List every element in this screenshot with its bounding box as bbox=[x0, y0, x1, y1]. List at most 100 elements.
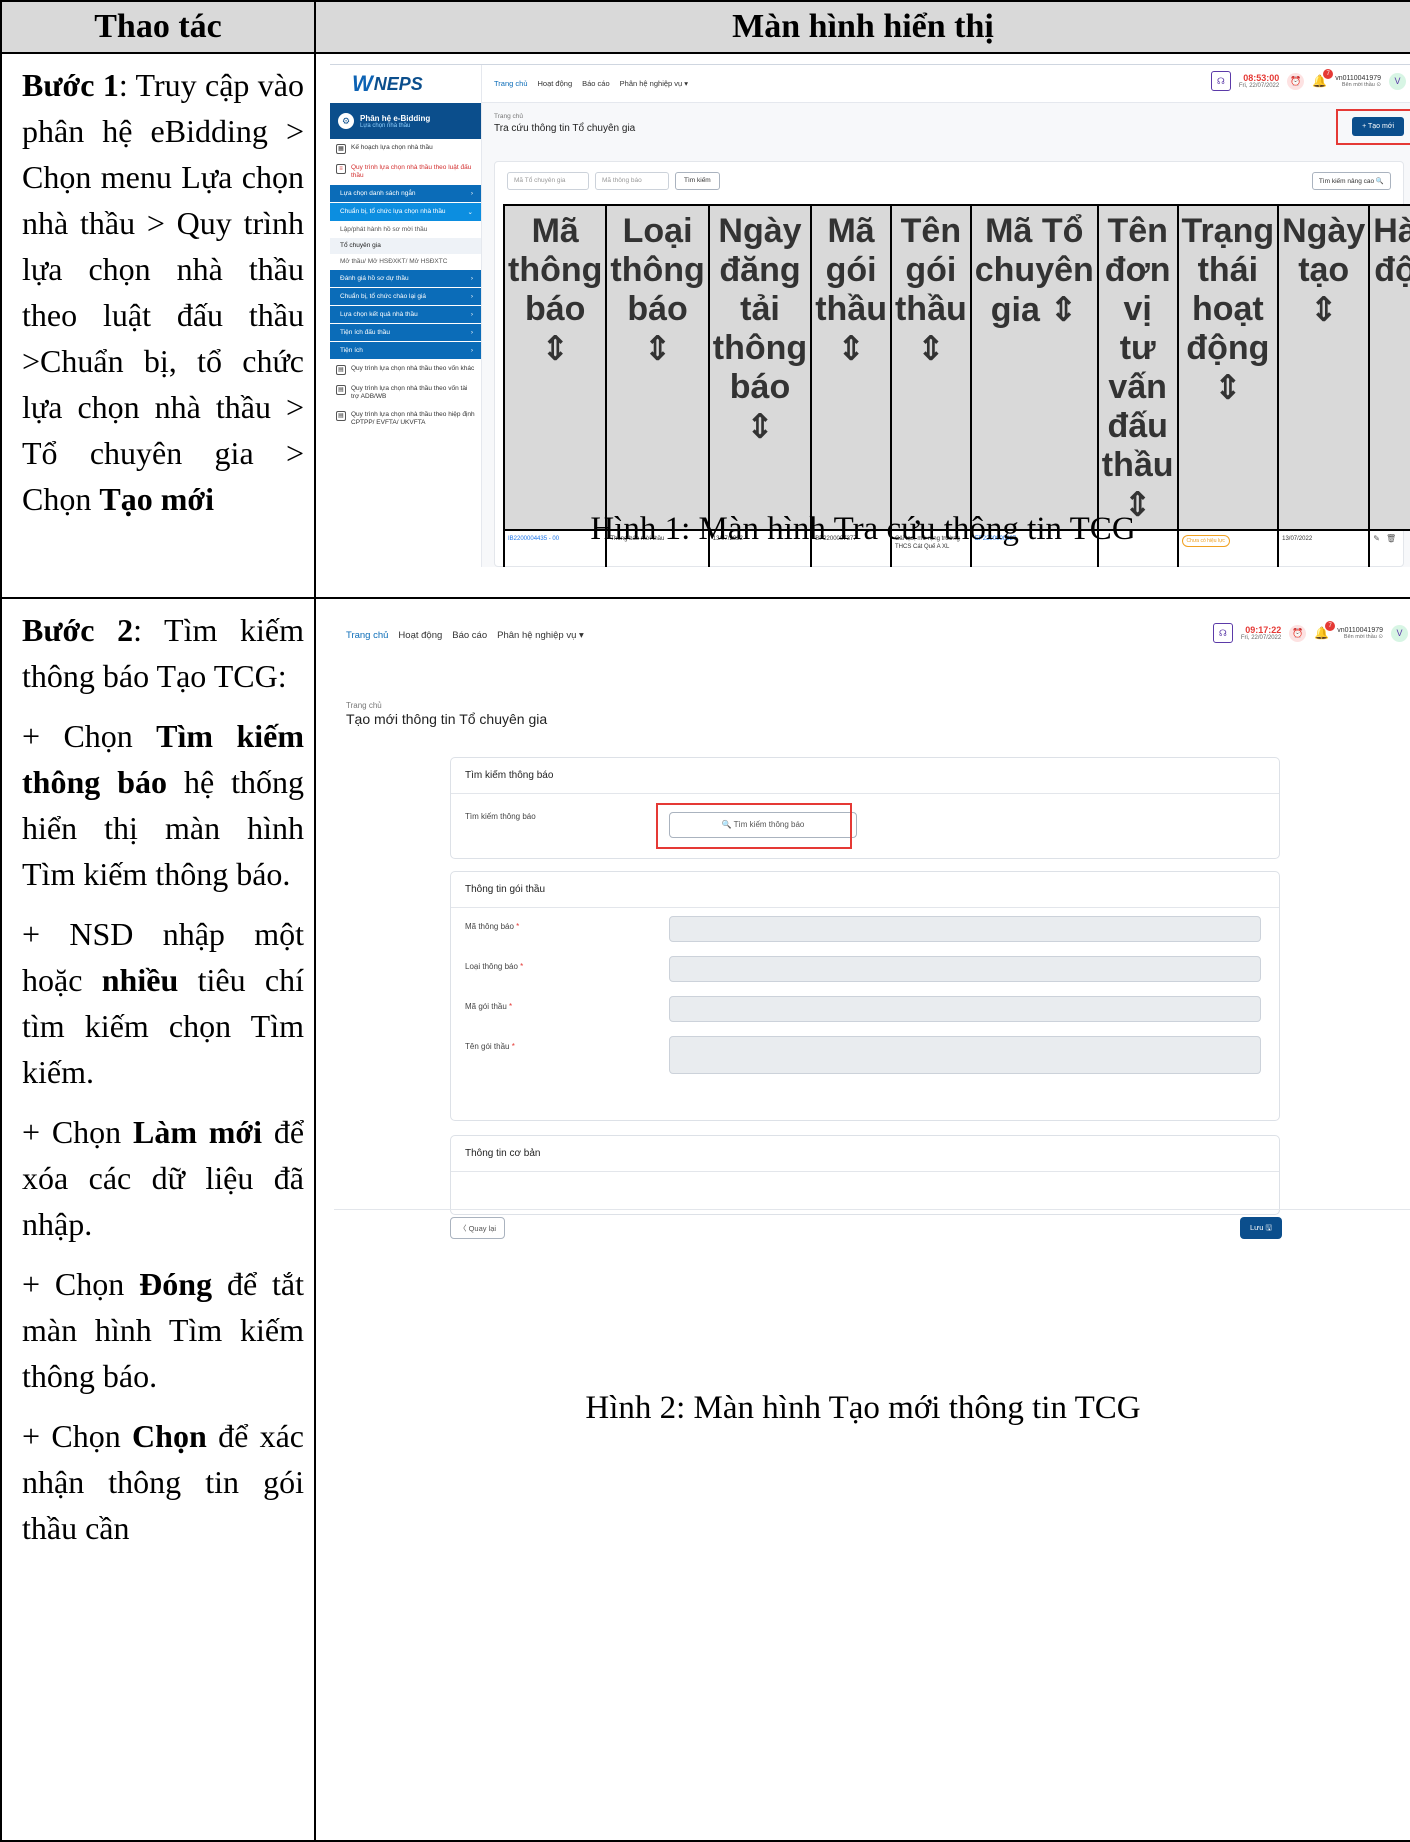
sidebar-item-expert-team[interactable]: Tổ chuyên gia bbox=[330, 238, 481, 254]
step2-text: Bước 2: Tìm kiếm thông báo Tạo TCG: bbox=[22, 612, 305, 694]
alarm-icon[interactable]: ⏰ bbox=[1289, 624, 1307, 642]
notice-code-field[interactable] bbox=[669, 916, 1261, 942]
process-icon: ≡ bbox=[336, 164, 346, 174]
screen1-cell: W NEPS ⚙ Phân hệ e-Bidding Lựa chọn nhà th… bbox=[314, 52, 1410, 599]
folder-icon: ▤ bbox=[336, 385, 346, 395]
column-header[interactable]: Tên đơn vị tư vấn đấu thầu ⇕ bbox=[1096, 204, 1179, 531]
nav-modules[interactable]: Phân hệ nghiệp vụ ▾ bbox=[497, 630, 584, 641]
column-header[interactable]: Hành động bbox=[1368, 204, 1410, 531]
top-nav: Trang chủ Hoạt động Báo cáo Phân hệ nghi… bbox=[334, 611, 1410, 659]
nav-activity[interactable]: Hoạt động bbox=[538, 79, 573, 88]
headset-icon[interactable]: ☊ bbox=[1212, 623, 1233, 643]
nav-home[interactable]: Trang chủ bbox=[494, 79, 528, 88]
sidebar-item-cptpp[interactable]: ▤ Quy trình lựa chọn nhà thầu theo hiệp đ… bbox=[330, 406, 481, 432]
search-label: Tìm kiếm thông báo bbox=[465, 812, 536, 821]
back-button[interactable]: 〈 Quay lại bbox=[450, 1217, 506, 1239]
column-header[interactable]: Loại thông báo ⇕ bbox=[605, 204, 710, 531]
label-notice-type: Loại thông báo * bbox=[465, 962, 524, 971]
card-title: Thông tin cơ bản bbox=[451, 1136, 1279, 1172]
notification-badge: 7 bbox=[1325, 621, 1336, 631]
basic-info-card: Thông tin cơ bản bbox=[450, 1135, 1280, 1215]
breadcrumb[interactable]: Trang chủ bbox=[346, 701, 382, 710]
headset-icon[interactable]: ☊ bbox=[1210, 71, 1231, 91]
caption-figure-2: Hình 2: Màn hình Tạo mới thông tin TCG bbox=[585, 1390, 1141, 1426]
sidebar-item-evaluate[interactable]: Đánh giá hồ sơ dự thầu › bbox=[330, 270, 481, 288]
notice-code-input[interactable]: Mã thông báo bbox=[595, 172, 669, 190]
sidebar-item-result[interactable]: Lựa chọn kết quả nhà thầu › bbox=[330, 306, 481, 324]
module-icon: ⚙ bbox=[338, 113, 354, 129]
column-header[interactable]: Ngày đăng tải thông báo ⇕ bbox=[707, 204, 813, 531]
top-nav: Trang chủ Hoạt động Báo cáo Phân hệ nghi… bbox=[482, 65, 1410, 103]
sidebar-item-quote[interactable]: Chuẩn bị, tổ chức chào lại giá › bbox=[330, 288, 481, 306]
screen2-cell: Trang chủ Hoạt động Báo cáo Phân hệ nghi… bbox=[314, 597, 1410, 1842]
sidebar-item-utilities[interactable]: Tiện ích › bbox=[330, 342, 481, 360]
nav-activity[interactable]: Hoạt động bbox=[398, 630, 442, 641]
nav-modules[interactable]: Phân hệ nghiệp vụ ▾ bbox=[620, 79, 688, 88]
topbar-right: ☊ 09:17:22 Fri, 22/07/2022 ⏰ 🔔 7 vn0110041… bbox=[1212, 621, 1408, 643]
sidebar-item-adb-wb[interactable]: ▤ Quy trình lựa chọn nhà thầu theo vốn tà… bbox=[330, 380, 481, 406]
sidebar-item-open-bids[interactable]: Mở thầu/ Mở HSĐXKT/ Mở HSĐXTC bbox=[330, 254, 481, 270]
sidebar-item-shortlist[interactable]: Lựa chọn danh sách ngắn › bbox=[330, 185, 481, 203]
advanced-search-button[interactable]: Tìm kiếm nâng cao 🔍 bbox=[1311, 172, 1391, 190]
nav-home[interactable]: Trang chủ bbox=[346, 630, 388, 641]
column-header[interactable]: Ngày tạo ⇕ bbox=[1277, 204, 1371, 531]
label-package-code: Mã gói thầu * bbox=[465, 1002, 513, 1011]
module-header[interactable]: ⚙ Phân hệ e-Bidding Lựa chọn nhà thầu bbox=[330, 103, 481, 139]
column-header[interactable]: Mã gói thầu ⇕ bbox=[810, 204, 892, 531]
alarm-icon[interactable]: ⏰ bbox=[1287, 72, 1305, 90]
step2-cell: Bước 2: Tìm kiếm thông báo Tạo TCG: + Ch… bbox=[0, 597, 316, 1842]
instruction-table: Thao tác Màn hình hiển thị Bước 1: Truy … bbox=[0, 0, 1410, 1842]
card-title: Thông tin gói thầu bbox=[451, 872, 1279, 908]
save-button[interactable]: Lưu 🖫 bbox=[1240, 1217, 1282, 1239]
notice-search-card: Tìm kiếm thông báo Tìm kiếm thông báo 🔍 … bbox=[450, 757, 1280, 859]
package-name-field[interactable] bbox=[669, 1036, 1261, 1074]
bell-icon[interactable]: 🔔 7 bbox=[1314, 621, 1336, 640]
package-code-field[interactable] bbox=[669, 996, 1261, 1022]
sidebar: W NEPS ⚙ Phân hệ e-Bidding Lựa chọn nhà th… bbox=[330, 65, 482, 567]
label-package-name: Tên gói thầu * bbox=[465, 1042, 515, 1051]
step1-cell: Bước 1: Truy cập vào phân hệ eBidding > … bbox=[0, 52, 316, 599]
nav-report[interactable]: Báo cáo bbox=[582, 79, 610, 88]
page-title: Tạo mới thông tin Tổ chuyên gia bbox=[346, 711, 548, 727]
column-header[interactable]: Mã Tổ chuyên gia ⇕ bbox=[969, 204, 1099, 531]
nav-report[interactable]: Báo cáo bbox=[452, 630, 487, 641]
sidebar-item-process-law[interactable]: ≡ Quy trình lựa chọn nhà thầu theo luật đ… bbox=[330, 159, 481, 185]
notice-type-field[interactable] bbox=[669, 956, 1261, 982]
column-header[interactable]: Trạng thái hoạt động ⇕ bbox=[1176, 204, 1280, 531]
clock: 08:53:00 Fri, 22/07/2022 bbox=[1238, 73, 1280, 89]
folder-icon: ▤ bbox=[336, 365, 346, 375]
card-title: Tìm kiếm thông báo bbox=[451, 758, 1279, 794]
sidebar-item-utilities-bid[interactable]: Tiện ích đấu thầu › bbox=[330, 324, 481, 342]
sidebar-item-plan[interactable]: ▦ Kế hoạch lựa chọn nhà thầu bbox=[330, 139, 481, 159]
user-info[interactable]: vn0110041979 Bên mời thầu ⊙ bbox=[1335, 75, 1381, 88]
step1-text: Bước 1: Truy cập vào phân hệ eBidding > … bbox=[22, 67, 305, 517]
step2-bullet-select: + Chọn Chọn để xác nhận thông tin gói th… bbox=[22, 1418, 305, 1546]
folder-icon: ▤ bbox=[336, 411, 346, 421]
highlight-box bbox=[1336, 109, 1410, 145]
screenshot-lookup: W NEPS ⚙ Phân hệ e-Bidding Lựa chọn nhà th… bbox=[330, 64, 1410, 567]
search-button[interactable]: Tìm kiếm bbox=[675, 172, 720, 190]
sidebar-item-prepare[interactable]: Chuẩn bị, tổ chức lựa chọn nhà thầu ⌄ bbox=[330, 203, 481, 222]
screenshot-create: Trang chủ Hoạt động Báo cáo Phân hệ nghi… bbox=[334, 611, 1410, 1243]
caption-figure-1: Hình 1: Màn hình Tra cứu thông tin TCG bbox=[590, 511, 1136, 547]
clock: 09:17:22 Fri, 22/07/2022 bbox=[1240, 625, 1282, 641]
notification-badge: 7 bbox=[1323, 69, 1334, 79]
breadcrumb[interactable]: Trang chủ bbox=[494, 113, 523, 120]
avatar[interactable]: V bbox=[1389, 72, 1406, 90]
column-header[interactable]: Mã thông báo ⇕ bbox=[502, 204, 608, 531]
topbar-right: ☊ 08:53:00 Fri, 22/07/2022 ⏰ 🔔 7 vn0110041… bbox=[1210, 69, 1406, 91]
main-area: Trang chủ Hoạt động Báo cáo Phân hệ nghi… bbox=[482, 65, 1410, 567]
step2-bullet-criteria: + NSD nhập một hoặc nhiều tiêu chí tìm k… bbox=[22, 916, 304, 1090]
highlight-box bbox=[656, 803, 852, 849]
header-action: Thao tác bbox=[0, 0, 316, 54]
header-screen: Màn hình hiển thị bbox=[314, 0, 1410, 54]
avatar[interactable]: V bbox=[1391, 624, 1408, 642]
sidebar-item-issue-docs[interactable]: Lập/phát hành hồ sơ mời thầu bbox=[330, 222, 481, 238]
expert-code-input[interactable]: Mã Tổ chuyên gia bbox=[507, 172, 589, 190]
step2-bullet-search: + Chọn Tìm kiếm thông báo hệ thống hiển … bbox=[22, 718, 304, 892]
column-header[interactable]: Tên gói thầu ⇕ bbox=[889, 204, 972, 531]
user-info[interactable]: vn0110041979 Bên mời thầu ⊙ bbox=[1337, 627, 1383, 640]
bell-icon[interactable]: 🔔 7 bbox=[1312, 69, 1334, 88]
sidebar-item-other-capital[interactable]: ▤ Quy trình lựa chọn nhà thầu theo vốn kh… bbox=[330, 360, 481, 380]
page-title: Tra cứu thông tin Tổ chuyên gia bbox=[494, 123, 636, 134]
